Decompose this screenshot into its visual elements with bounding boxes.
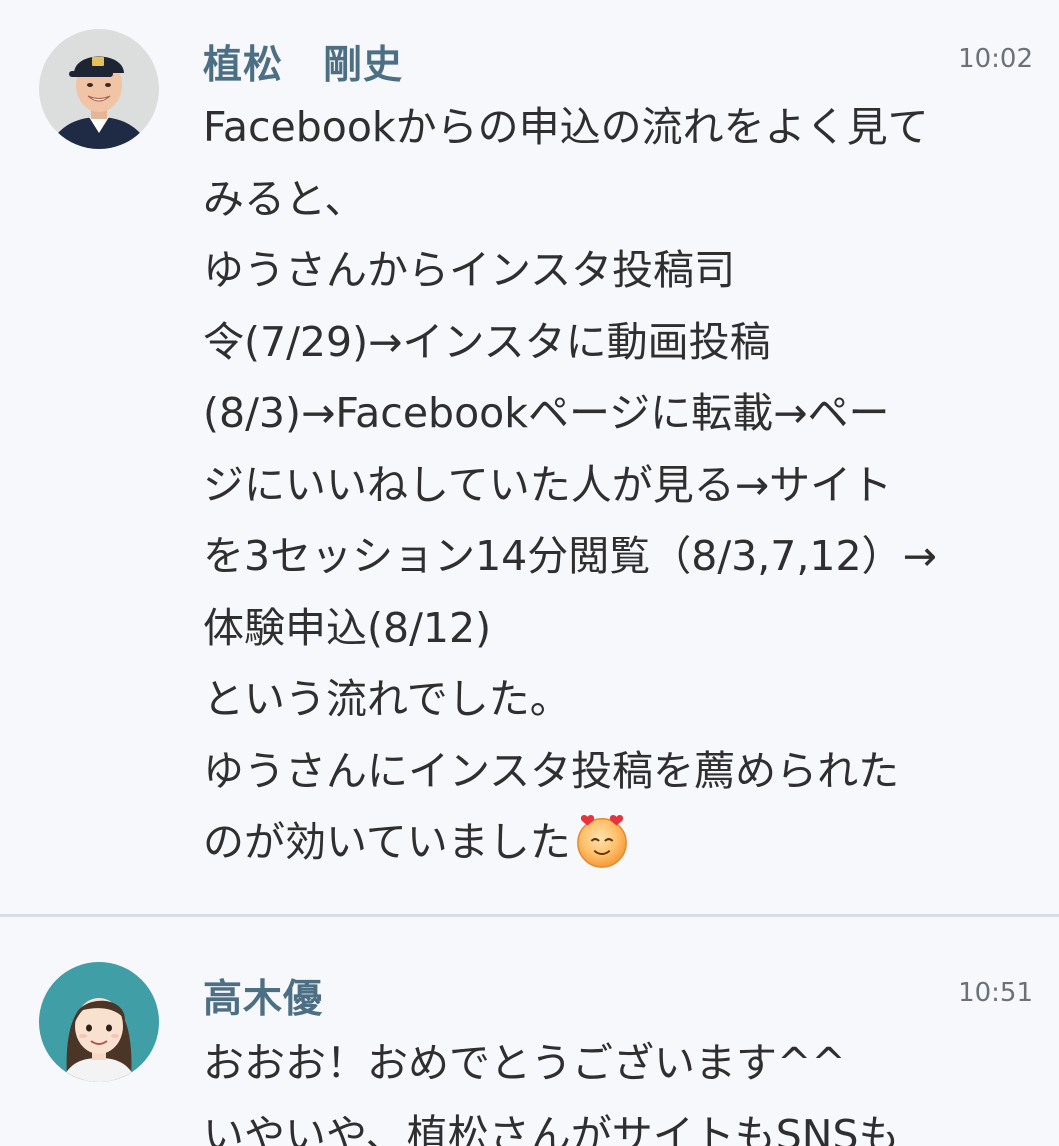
message-line: 令(7/29)→インスタに動画投稿 <box>203 317 771 366</box>
message-line: ゆうさんからインスタ投稿司 <box>203 246 736 294</box>
message-line: いやいや、植松さんがサイトもSNSも <box>203 1110 900 1146</box>
message-line: おおお！おめでとうございます^^ <box>203 1039 846 1087</box>
message-line: (8/3)→Facebookページに転載→ペー <box>203 389 890 437</box>
message-line: という流れでした。 <box>203 675 571 723</box>
user-illustration-icon <box>39 962 159 1082</box>
message-line: を3セッション14分閲覧（8/3,7,12）→ <box>203 532 937 580</box>
message-thread: 植松 剛史 10:02 Facebookからの申込の流れをよく見て みると、 ゆ… <box>0 0 1059 1146</box>
message-line: Facebookからの申込の流れをよく見て <box>203 103 929 151</box>
message-divider <box>0 914 1059 917</box>
smiling-face-with-hearts-emoji <box>576 815 627 868</box>
sender-name: 高木優 <box>203 977 324 1022</box>
sender-name: 植松 剛史 <box>203 43 404 88</box>
message-line-with-emoji: のが効いていました <box>203 807 1043 879</box>
message-line: 体験申込(8/12) <box>203 603 492 652</box>
user-photo-icon <box>39 29 159 149</box>
message-item[interactable]: 植松 剛史 10:02 Facebookからの申込の流れをよく見て みると、 ゆ… <box>0 0 1059 916</box>
message-timestamp: 10:02 <box>958 44 1033 74</box>
message-body: Facebookからの申込の流れをよく見て みると、 ゆうさんからインスタ投稿司… <box>203 92 1043 879</box>
message-line-text: のが効いていました <box>203 818 571 866</box>
avatar[interactable] <box>39 29 159 149</box>
message-body: おおお！おめでとうございます^^ いやいや、植松さんがサイトもSNSも <box>203 1028 1043 1146</box>
avatar[interactable] <box>39 962 159 1082</box>
message-item[interactable]: 高木優 10:51 おおお！おめでとうございます^^ いやいや、植松さんがサイト… <box>0 918 1059 1146</box>
message-line: みると、 <box>203 174 366 223</box>
message-line: ゆうさんにインスタ投稿を薦められた <box>203 746 900 795</box>
message-timestamp: 10:51 <box>958 978 1033 1008</box>
message-line: ジにいいねしていた人が見る→サイト <box>203 460 893 509</box>
